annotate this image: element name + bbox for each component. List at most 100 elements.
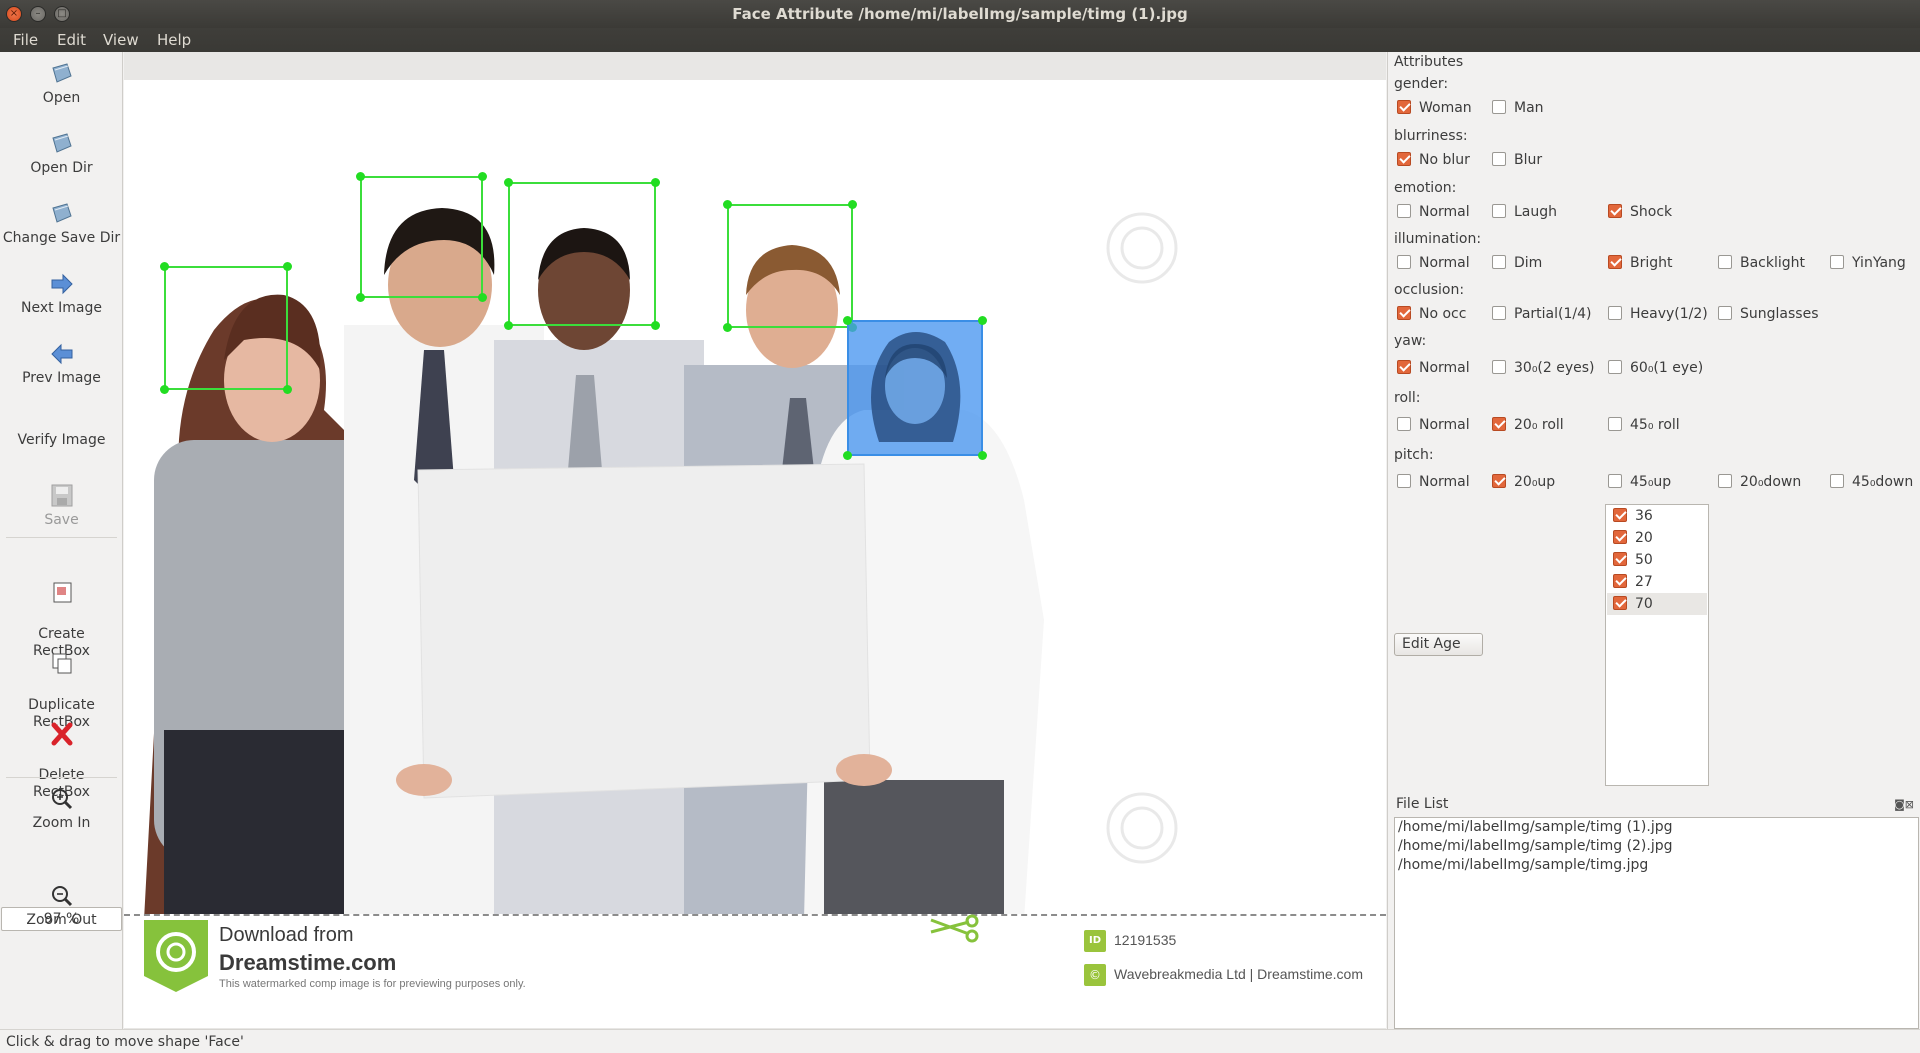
illumination-label: illumination: bbox=[1394, 231, 1482, 247]
occlusion-no-occ-checkbox[interactable]: No occ bbox=[1397, 306, 1466, 326]
gender-woman-checkbox[interactable]: Woman bbox=[1397, 100, 1472, 120]
change-save-dir-label: Change Save Dir bbox=[2, 230, 121, 246]
next-image-button[interactable]: Next Image bbox=[0, 272, 123, 316]
age-list-item[interactable]: 27 bbox=[1607, 571, 1707, 593]
edit-age-button[interactable]: Edit Age bbox=[1394, 633, 1483, 656]
bbox-handle[interactable] bbox=[478, 172, 487, 181]
pitch-45-up-checkbox[interactable]: 45₀up bbox=[1608, 474, 1671, 494]
bbox-handle[interactable] bbox=[504, 321, 513, 330]
checkbox-unchecked-icon bbox=[1830, 255, 1844, 269]
bbox-handle[interactable] bbox=[160, 385, 169, 394]
menu-file[interactable]: File bbox=[13, 31, 38, 49]
gender-man-checkbox[interactable]: Man bbox=[1492, 100, 1544, 120]
verify-image-button[interactable]: Verify Image bbox=[0, 432, 123, 448]
open-button[interactable]: Open bbox=[0, 62, 123, 106]
bbox-handle[interactable] bbox=[283, 262, 292, 271]
image-canvas[interactable]: Download from Dreamstime.com This waterm… bbox=[124, 80, 1386, 1028]
bbox-handle[interactable] bbox=[848, 200, 857, 209]
age-list-item[interactable]: 36 bbox=[1607, 505, 1707, 527]
zoom-in-button[interactable]: Zoom In bbox=[0, 787, 123, 831]
face-bbox-2[interactable] bbox=[356, 172, 487, 302]
checkbox-unchecked-icon bbox=[1397, 474, 1411, 488]
yaw-60-checkbox[interactable]: 60₀(1 eye) bbox=[1608, 360, 1703, 380]
yaw-normal-checkbox[interactable]: Normal bbox=[1397, 360, 1470, 380]
illumination-dim-checkbox[interactable]: Dim bbox=[1492, 255, 1542, 275]
open-dir-button[interactable]: Open Dir bbox=[0, 132, 123, 176]
bbox-handle[interactable] bbox=[651, 321, 660, 330]
emotion-shock-checkbox[interactable]: Shock bbox=[1608, 204, 1672, 224]
checkbox-checked-icon bbox=[1608, 204, 1622, 218]
pitch-45-down-checkbox[interactable]: 45₀down bbox=[1830, 474, 1913, 494]
occlusion-sunglasses-checkbox[interactable]: Sunglasses bbox=[1718, 306, 1818, 326]
roll-45-checkbox[interactable]: 45₀ roll bbox=[1608, 417, 1680, 437]
bbox-handle[interactable] bbox=[478, 293, 487, 302]
menu-edit[interactable]: Edit bbox=[57, 31, 86, 49]
occlusion-label: occlusion: bbox=[1394, 282, 1465, 298]
file-list[interactable]: /home/mi/labelImg/sample/timg (1).jpg /h… bbox=[1394, 817, 1919, 1029]
save-button[interactable]: Save bbox=[0, 484, 123, 528]
bbox-handle[interactable] bbox=[356, 172, 365, 181]
duplicate-icon bbox=[52, 653, 71, 674]
file-list-item[interactable]: /home/mi/labelImg/sample/timg (1).jpg bbox=[1398, 819, 1673, 835]
pitch-normal-checkbox[interactable]: Normal bbox=[1397, 474, 1470, 494]
blurriness-blur-checkbox[interactable]: Blur bbox=[1492, 152, 1542, 172]
bbox-handle[interactable] bbox=[160, 262, 169, 271]
age-list[interactable]: 36 20 50 27 70 bbox=[1605, 504, 1709, 786]
bbox-handle[interactable] bbox=[978, 451, 987, 460]
face-bbox-4[interactable] bbox=[723, 200, 857, 332]
bbox-handle[interactable] bbox=[723, 323, 732, 332]
bbox-handle[interactable] bbox=[651, 178, 660, 187]
pitch-20-up-checkbox[interactable]: 20₀up bbox=[1492, 474, 1555, 494]
id-tag: ID bbox=[1084, 930, 1106, 952]
bbox-handle[interactable] bbox=[723, 200, 732, 209]
face-bbox-1[interactable] bbox=[160, 262, 292, 394]
checkbox-label: Normal bbox=[1419, 255, 1470, 271]
bbox-handle[interactable] bbox=[843, 451, 852, 460]
occlusion-partial-checkbox[interactable]: Partial(1/4) bbox=[1492, 306, 1591, 326]
image-credit: Wavebreakmedia Ltd | Dreamstime.com bbox=[1114, 966, 1363, 982]
yaw-30-checkbox[interactable]: 30₀(2 eyes) bbox=[1492, 360, 1595, 380]
illumination-backlight-checkbox[interactable]: Backlight bbox=[1718, 255, 1805, 275]
age-list-item[interactable]: 50 bbox=[1607, 549, 1707, 571]
bbox-handle[interactable] bbox=[356, 293, 365, 302]
illumination-bright-checkbox[interactable]: Bright bbox=[1608, 255, 1673, 275]
checkbox-unchecked-icon bbox=[1397, 255, 1411, 269]
roll-label: roll: bbox=[1394, 390, 1421, 406]
checkbox-label: Heavy(1/2) bbox=[1630, 306, 1708, 322]
dock-float-close-icon[interactable]: ◙⊠ bbox=[1894, 798, 1914, 811]
file-list-item[interactable]: /home/mi/labelImg/sample/timg.jpg bbox=[1398, 857, 1648, 873]
age-value: 27 bbox=[1635, 574, 1653, 590]
zoom-in-icon bbox=[51, 789, 72, 810]
illumination-normal-checkbox[interactable]: Normal bbox=[1397, 255, 1470, 275]
bbox-handle[interactable] bbox=[978, 316, 987, 325]
illumination-yinyang-checkbox[interactable]: YinYang bbox=[1830, 255, 1906, 275]
age-value: 50 bbox=[1635, 552, 1653, 568]
change-save-dir-button[interactable]: Change Save Dir bbox=[0, 202, 123, 246]
pitch-label: pitch: bbox=[1394, 447, 1434, 463]
canvas-area[interactable]: Download from Dreamstime.com This waterm… bbox=[124, 52, 1386, 1029]
blurriness-no-blur-checkbox[interactable]: No blur bbox=[1397, 152, 1470, 172]
prev-image-label: Prev Image bbox=[22, 370, 101, 386]
menu-view[interactable]: View bbox=[103, 31, 139, 49]
emotion-laugh-checkbox[interactable]: Laugh bbox=[1492, 204, 1557, 224]
pitch-20-down-checkbox[interactable]: 20₀down bbox=[1718, 474, 1801, 494]
age-list-item-selected[interactable]: 70 bbox=[1607, 593, 1707, 615]
emotion-normal-checkbox[interactable]: Normal bbox=[1397, 204, 1470, 224]
checkbox-unchecked-icon bbox=[1608, 474, 1622, 488]
bbox-handle[interactable] bbox=[504, 178, 513, 187]
face-bbox-selected[interactable] bbox=[843, 316, 987, 460]
roll-20-checkbox[interactable]: 20₀ roll bbox=[1492, 417, 1564, 437]
bbox-handle[interactable] bbox=[283, 385, 292, 394]
bbox-handle[interactable] bbox=[843, 316, 852, 325]
face-bbox-3[interactable] bbox=[504, 178, 660, 330]
checkbox-label: Dim bbox=[1514, 255, 1543, 271]
prev-image-button[interactable]: Prev Image bbox=[0, 342, 123, 386]
selected-face-image bbox=[871, 332, 961, 442]
occlusion-heavy-checkbox[interactable]: Heavy(1/2) bbox=[1608, 306, 1708, 326]
checkbox-checked-icon bbox=[1613, 508, 1627, 522]
age-list-item[interactable]: 20 bbox=[1607, 527, 1707, 549]
roll-normal-checkbox[interactable]: Normal bbox=[1397, 417, 1470, 437]
menu-help[interactable]: Help bbox=[157, 31, 191, 49]
zoom-out-button[interactable]: Zoom Out bbox=[0, 884, 123, 928]
file-list-item[interactable]: /home/mi/labelImg/sample/timg (2).jpg bbox=[1398, 838, 1673, 854]
